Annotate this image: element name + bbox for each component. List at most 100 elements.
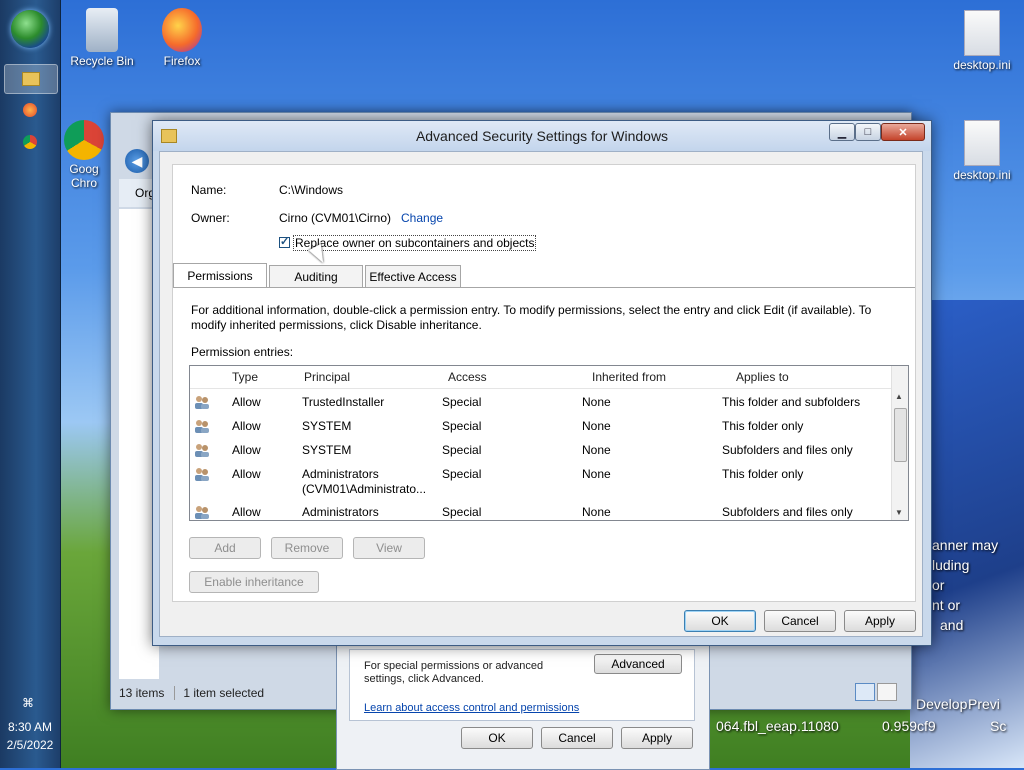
- row-applies: This folder only: [722, 419, 804, 433]
- watermark-text: anner may: [932, 537, 999, 553]
- taskbar: ⌘ 8:30 AM 2/5/2022: [0, 0, 61, 768]
- scroll-down-arrow-icon[interactable]: ▼: [895, 508, 903, 517]
- row-inherited: None: [582, 443, 611, 457]
- change-owner-link[interactable]: Change: [401, 211, 443, 225]
- settings-panel: Name: C:\Windows Owner: Cirno (CVM01\Cir…: [172, 164, 916, 602]
- row-type: Allow: [232, 443, 261, 457]
- row-principal-detail: (CVM01\Administrato...: [302, 482, 427, 496]
- chrome-icon: [23, 135, 37, 149]
- row-applies: This folder and subfolders: [722, 395, 861, 409]
- users-icon: [195, 444, 209, 457]
- taskbar-explorer-button[interactable]: [4, 64, 58, 94]
- tab-effective-access[interactable]: Effective Access: [365, 265, 461, 287]
- row-principal: Administrators: [302, 467, 379, 481]
- desktop-icon-label: Recycle Bin: [70, 54, 134, 68]
- clock-time[interactable]: 8:30 AM: [0, 720, 60, 734]
- advanced-button[interactable]: Advanced: [594, 654, 682, 674]
- status-item-count: 13 items: [119, 686, 165, 700]
- close-button[interactable]: ✕: [881, 123, 925, 141]
- desktop-icon-recycle-bin[interactable]: Recycle Bin: [64, 8, 140, 68]
- desktop-icon-firefox[interactable]: Firefox: [144, 8, 220, 68]
- firefox-icon: [23, 103, 37, 117]
- desktop-icon-chrome[interactable]: Goog Chro: [62, 120, 106, 190]
- view-button[interactable]: View: [353, 537, 425, 559]
- scrollbar-thumb[interactable]: [894, 408, 907, 462]
- apply-button[interactable]: Apply: [844, 610, 916, 632]
- watermark-text: 064.fbl_eeap.11080: [716, 718, 839, 734]
- desktop-icon-label: Firefox: [163, 54, 201, 68]
- gear-file-icon: [964, 10, 1000, 56]
- list-scrollbar[interactable]: ▲ ▼: [891, 366, 908, 520]
- row-principal: Administrators: [302, 505, 379, 519]
- back-arrow-icon[interactable]: ◀: [125, 149, 149, 173]
- column-header-principal[interactable]: Principal: [304, 370, 350, 384]
- dialog-titlebar[interactable]: Advanced Security Settings for Windows ▁…: [153, 121, 931, 151]
- watermark-text: 0.959cf9: [882, 718, 936, 734]
- network-icon[interactable]: ⌘: [22, 696, 38, 710]
- permission-entries-list[interactable]: Type Principal Access Inherited from App…: [189, 365, 909, 521]
- row-access: Special: [442, 443, 482, 457]
- add-button[interactable]: Add: [189, 537, 261, 559]
- background-properties-dialog[interactable]: For special permissions or advanced sett…: [336, 640, 710, 770]
- row-principal: TrustedInstaller: [302, 395, 385, 409]
- replace-owner-checkbox[interactable]: [279, 235, 290, 248]
- table-row[interactable]: Allow TrustedInstaller Special None This…: [190, 390, 892, 414]
- users-icon: [195, 468, 209, 481]
- users-icon: [195, 420, 209, 433]
- table-row[interactable]: Allow Administrators Special None Subfol…: [190, 500, 892, 520]
- row-access: Special: [442, 419, 482, 433]
- column-header-type[interactable]: Type: [232, 370, 258, 384]
- row-inherited: None: [582, 395, 611, 409]
- watermark-text: Develop: [916, 696, 968, 712]
- tab-permissions[interactable]: Permissions: [173, 263, 267, 287]
- watermark-text: Sc: [990, 718, 1007, 734]
- desktop-icon-desktop-ini-1[interactable]: desktop.ini: [944, 10, 1020, 72]
- ok-button[interactable]: OK: [684, 610, 756, 632]
- replace-owner-label[interactable]: Replace owner on subcontainers and objec…: [293, 235, 537, 251]
- row-principal: SYSTEM: [302, 443, 352, 457]
- row-type: Allow: [232, 467, 261, 481]
- cancel-button[interactable]: Cancel: [764, 610, 836, 632]
- column-header-access[interactable]: Access: [448, 370, 487, 384]
- maximize-button[interactable]: □: [855, 123, 881, 141]
- desktop-icon-label: desktop.ini: [953, 168, 1011, 182]
- table-row[interactable]: Allow Administrators (CVM01\Administrato…: [190, 462, 892, 500]
- name-value: C:\Windows: [279, 183, 344, 197]
- desktop-icon-desktop-ini-2[interactable]: desktop.ini: [944, 120, 1020, 182]
- clock-date[interactable]: 2/5/2022: [0, 738, 60, 752]
- row-access: Special: [442, 395, 482, 409]
- tab-auditing[interactable]: Auditing: [269, 265, 363, 287]
- props-apply-button[interactable]: Apply: [621, 727, 693, 749]
- advanced-security-settings-dialog[interactable]: Advanced Security Settings for Windows ▁…: [152, 120, 932, 646]
- learn-access-control-link[interactable]: Learn about access control and permissio…: [364, 702, 579, 714]
- start-button[interactable]: [11, 10, 49, 48]
- props-cancel-button[interactable]: Cancel: [541, 727, 613, 749]
- chrome-icon: [64, 120, 104, 160]
- advanced-info-text: For special permissions or advanced sett…: [364, 660, 544, 685]
- scroll-up-arrow-icon[interactable]: ▲: [895, 392, 903, 401]
- folder-icon: [22, 72, 40, 86]
- users-icon: [195, 396, 209, 409]
- watermark-text: or: [932, 577, 945, 593]
- props-ok-button[interactable]: OK: [461, 727, 533, 749]
- remove-button[interactable]: Remove: [271, 537, 343, 559]
- enable-inheritance-button[interactable]: Enable inheritance: [189, 571, 319, 593]
- table-row[interactable]: Allow SYSTEM Special None Subfolders and…: [190, 438, 892, 462]
- desktop-icon-label: desktop.ini: [953, 58, 1011, 72]
- minimize-button[interactable]: ▁: [829, 123, 855, 141]
- table-row[interactable]: Allow SYSTEM Special None This folder on…: [190, 414, 892, 438]
- firefox-icon: [162, 8, 202, 52]
- column-header-applies[interactable]: Applies to: [736, 370, 789, 384]
- permissions-info-text: For additional information, double-click…: [191, 303, 872, 332]
- taskbar-firefox-button[interactable]: [4, 96, 56, 124]
- details-view-icon[interactable]: [855, 683, 875, 701]
- name-label: Name:: [191, 183, 227, 197]
- preview-view-icon[interactable]: [877, 683, 897, 701]
- column-header-inherited[interactable]: Inherited from: [592, 370, 666, 384]
- desktop-icon-label: Goog Chro: [69, 162, 99, 190]
- taskbar-chrome-button[interactable]: [4, 128, 56, 156]
- row-type: Allow: [232, 419, 261, 433]
- watermark-text: Previ: [968, 696, 1000, 712]
- dialog-title: Advanced Security Settings for Windows: [415, 128, 669, 144]
- gear-file-icon: [964, 120, 1000, 166]
